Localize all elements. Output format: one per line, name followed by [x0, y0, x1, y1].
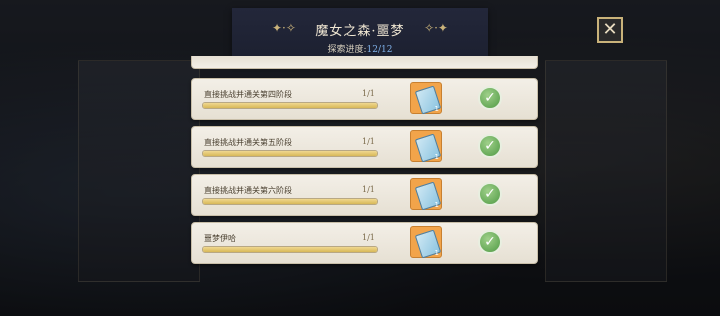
quest-label: 直接挑战并通关第五阶段 — [204, 138, 292, 147]
quest-count: 1/1 — [362, 233, 375, 242]
check-icon: ✓ — [484, 186, 496, 202]
quest-progress-fill — [203, 199, 377, 204]
quest-progress-fill — [203, 247, 377, 252]
completed-check-button[interactable]: ✓ — [478, 86, 502, 110]
reward-item[interactable]: 1 — [410, 82, 442, 115]
completed-check-button[interactable]: ✓ — [478, 182, 502, 206]
quest-progress-bar — [202, 102, 378, 109]
quest-progress-fill — [203, 103, 377, 108]
completed-check-button[interactable]: ✓ — [478, 230, 502, 254]
quest-count: 1/1 — [362, 89, 375, 98]
reward-item[interactable]: 1 — [410, 178, 442, 211]
quest-row-partial — [191, 56, 538, 69]
quest-row: 直接挑战并通关第六阶段 1/1 1 ✓ — [191, 174, 538, 216]
check-icon: ✓ — [484, 234, 496, 250]
progress-label: 探索进度: — [327, 45, 367, 55]
check-icon: ✓ — [484, 138, 496, 154]
quest-count: 1/1 — [362, 137, 375, 146]
quest-count: 1/1 — [362, 185, 375, 194]
reward-qty: 1 — [434, 201, 439, 209]
modal-header: ✦·✧ 魔女之森·噩梦 ✧·✦ 探索进度:12/12 — [232, 8, 488, 61]
reward-qty: 1 — [434, 105, 439, 113]
reward-qty: 1 — [434, 153, 439, 161]
quest-row: 直接挑战并通关第五阶段 1/1 1 ✓ — [191, 126, 538, 168]
progress-value: 12/12 — [366, 45, 393, 55]
reward-qty: 1 — [434, 249, 439, 257]
close-button[interactable]: ✕ — [597, 17, 623, 43]
quest-label: 直接挑战并通关第四阶段 — [204, 90, 292, 99]
quest-progress-fill — [203, 151, 377, 156]
quest-row: 噩梦伊哈 1/1 1 ✓ — [191, 222, 538, 264]
quest-label: 噩梦伊哈 — [204, 234, 236, 243]
ornament-right-icon: ✧·✦ — [424, 21, 448, 35]
quest-progress-bar — [202, 150, 378, 157]
quest-progress-bar — [202, 198, 378, 205]
reward-item[interactable]: 1 — [410, 130, 442, 163]
page-title: 魔女之森·噩梦 — [315, 24, 405, 39]
quest-row: 直接挑战并通关第四阶段 1/1 1 ✓ — [191, 78, 538, 120]
exploration-progress: 探索进度:12/12 — [232, 42, 488, 55]
completed-check-button[interactable]: ✓ — [478, 134, 502, 158]
reward-item[interactable]: 1 — [410, 226, 442, 259]
check-icon: ✓ — [484, 90, 496, 106]
quest-label: 直接挑战并通关第六阶段 — [204, 186, 292, 195]
close-x-icon: ✕ — [602, 19, 618, 40]
quest-progress-bar — [202, 246, 378, 253]
